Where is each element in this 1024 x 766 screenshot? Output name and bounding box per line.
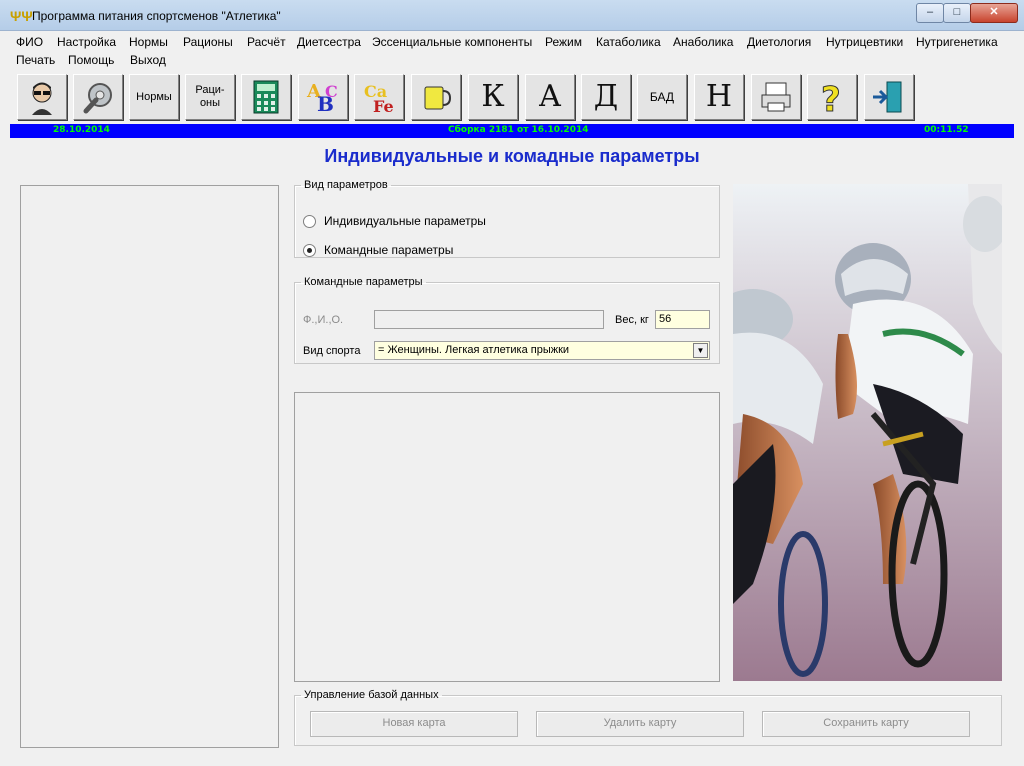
toolbar-bad-button[interactable]: БАД <box>637 74 687 120</box>
page-title: Индивидуальные и комадные параметры <box>324 146 700 166</box>
cyclists-photo <box>733 184 1002 681</box>
question-mark-icon: ? <box>821 80 842 120</box>
svg-text:C: C <box>325 82 338 101</box>
wrench-gear-icon <box>83 83 112 114</box>
sport-selected-value: = Женщины. Легкая атлетика прыжки <box>378 344 570 356</box>
k-letter-icon: К <box>481 79 505 114</box>
norms-button-label: Нормы <box>136 91 172 103</box>
menu-dietitian[interactable]: Диетсестра <box>297 35 361 49</box>
menu-bar: ФИО Настройка Нормы Рационы Расчёт Диетс… <box>6 32 1018 68</box>
radio-team-label: Командные параметры <box>324 243 454 257</box>
radio-individual[interactable]: Индивидуальные параметры <box>303 214 486 228</box>
bad-button-label: БАД <box>649 90 675 104</box>
person-sunglasses-icon <box>32 82 52 115</box>
d-letter-icon: Д <box>593 79 619 114</box>
app-icon: ΨΨ <box>10 8 33 24</box>
fio-input[interactable] <box>374 310 604 329</box>
radio-individual-circle[interactable] <box>303 214 316 228</box>
menu-nutraceuticals[interactable]: Нутрицевтики <box>826 35 903 49</box>
window-title: Программа питания спортсменов "Атлетика" <box>32 9 281 23</box>
toolbar-n-button[interactable]: Н <box>694 74 744 120</box>
status-build: Сборка 2181 от 16.10.2014 <box>448 125 589 135</box>
sport-select[interactable]: = Женщины. Легкая атлетика прыжки ▼ <box>374 341 710 360</box>
maximize-button[interactable]: □ <box>943 3 971 23</box>
svg-text:Fe: Fe <box>373 97 394 116</box>
cyclists-illustration <box>733 184 1002 681</box>
window-titlebar[interactable]: ΨΨ Программа питания спортсменов "Атлети… <box>0 0 1024 31</box>
toolbar-print-button[interactable] <box>751 74 801 120</box>
menu-nutrigenetics[interactable]: Нутригенетика <box>916 35 998 49</box>
delete-card-button[interactable]: Удалить карту <box>536 711 744 737</box>
svg-text:?: ? <box>821 80 841 119</box>
menu-print[interactable]: Печать <box>16 53 55 67</box>
menu-help[interactable]: Помощь <box>68 53 114 67</box>
menu-catabolics[interactable]: Катаболика <box>596 35 661 49</box>
menu-dietology[interactable]: Диетология <box>747 35 811 49</box>
mug-icon <box>424 86 452 110</box>
a-letter-icon: А <box>538 79 562 114</box>
menu-exit[interactable]: Выход <box>130 53 166 67</box>
toolbar-help-button[interactable]: ? <box>807 74 857 120</box>
toolbar-a-button[interactable]: А <box>525 74 575 120</box>
menu-settings[interactable]: Настройка <box>57 35 116 49</box>
radio-individual-label: Индивидуальные параметры <box>324 214 486 228</box>
team-params-legend: Командные параметры <box>304 276 423 288</box>
toolbar-settings-button[interactable] <box>73 74 123 120</box>
dropdown-arrow-icon[interactable]: ▼ <box>693 343 708 358</box>
rations-label-line1: Раци- <box>195 84 225 96</box>
toolbar-exit-button[interactable] <box>864 74 914 120</box>
radio-team[interactable]: Командные параметры <box>303 243 453 257</box>
toolbar-vitamins-button[interactable]: A B C <box>298 74 348 120</box>
status-bar: 28.10.2014 Сборка 2181 от 16.10.2014 00:… <box>10 124 1014 138</box>
minerals-cafe-icon: Ca Fe <box>364 82 394 116</box>
sport-label: Вид спорта <box>303 345 361 357</box>
new-card-button[interactable]: Новая карта <box>310 711 518 737</box>
minimize-button[interactable]: – <box>916 3 944 23</box>
close-button[interactable]: ✕ <box>970 3 1018 23</box>
toolbar-d-button[interactable]: Д <box>581 74 631 120</box>
menu-regime[interactable]: Режим <box>545 35 582 49</box>
menu-anabolics[interactable]: Анаболика <box>673 35 733 49</box>
param-type-legend: Вид параметров <box>304 179 388 191</box>
vitamins-abc-icon: A B C <box>306 81 338 116</box>
status-time: 00:11.52 <box>924 125 969 135</box>
weight-input[interactable]: 56 <box>655 310 710 329</box>
fio-label: Ф.,И.,О. <box>303 314 344 326</box>
param-type-group: Вид параметров Индивидуальные параметры … <box>294 179 720 258</box>
toolbar-minerals-button[interactable]: Ca Fe <box>354 74 404 120</box>
db-management-legend: Управление базой данных <box>304 689 439 701</box>
menu-rations[interactable]: Рационы <box>183 35 233 49</box>
toolbar-norms-button[interactable]: Нормы <box>129 74 179 120</box>
team-params-group: Командные параметры Ф.,И.,О. Вес, кг 56 … <box>294 276 720 364</box>
exit-door-icon <box>873 81 902 113</box>
save-card-button[interactable]: Сохранить карту <box>762 711 970 737</box>
menu-fio[interactable]: ФИО <box>16 35 43 49</box>
n-letter-icon: Н <box>705 79 733 114</box>
menu-norms[interactable]: Нормы <box>129 35 168 49</box>
menu-calculation[interactable]: Расчёт <box>247 35 286 49</box>
rations-label-line2: оны <box>199 97 221 109</box>
toolbar-rations-button[interactable]: Раци- оны <box>185 74 235 120</box>
status-date: 28.10.2014 <box>53 125 110 135</box>
weight-label: Вес, кг <box>615 314 649 326</box>
info-panel <box>294 392 720 682</box>
calculator-icon <box>253 80 279 114</box>
toolbar-drinks-button[interactable] <box>411 74 461 120</box>
toolbar-calculator-button[interactable] <box>241 74 291 120</box>
toolbar-k-button[interactable]: К <box>468 74 518 120</box>
printer-icon <box>761 82 791 112</box>
toolbar-fio-button[interactable] <box>17 74 67 120</box>
records-list[interactable] <box>20 185 279 748</box>
radio-team-circle[interactable] <box>303 243 316 257</box>
menu-essential-components[interactable]: Эссенциальные компоненты <box>372 35 532 49</box>
